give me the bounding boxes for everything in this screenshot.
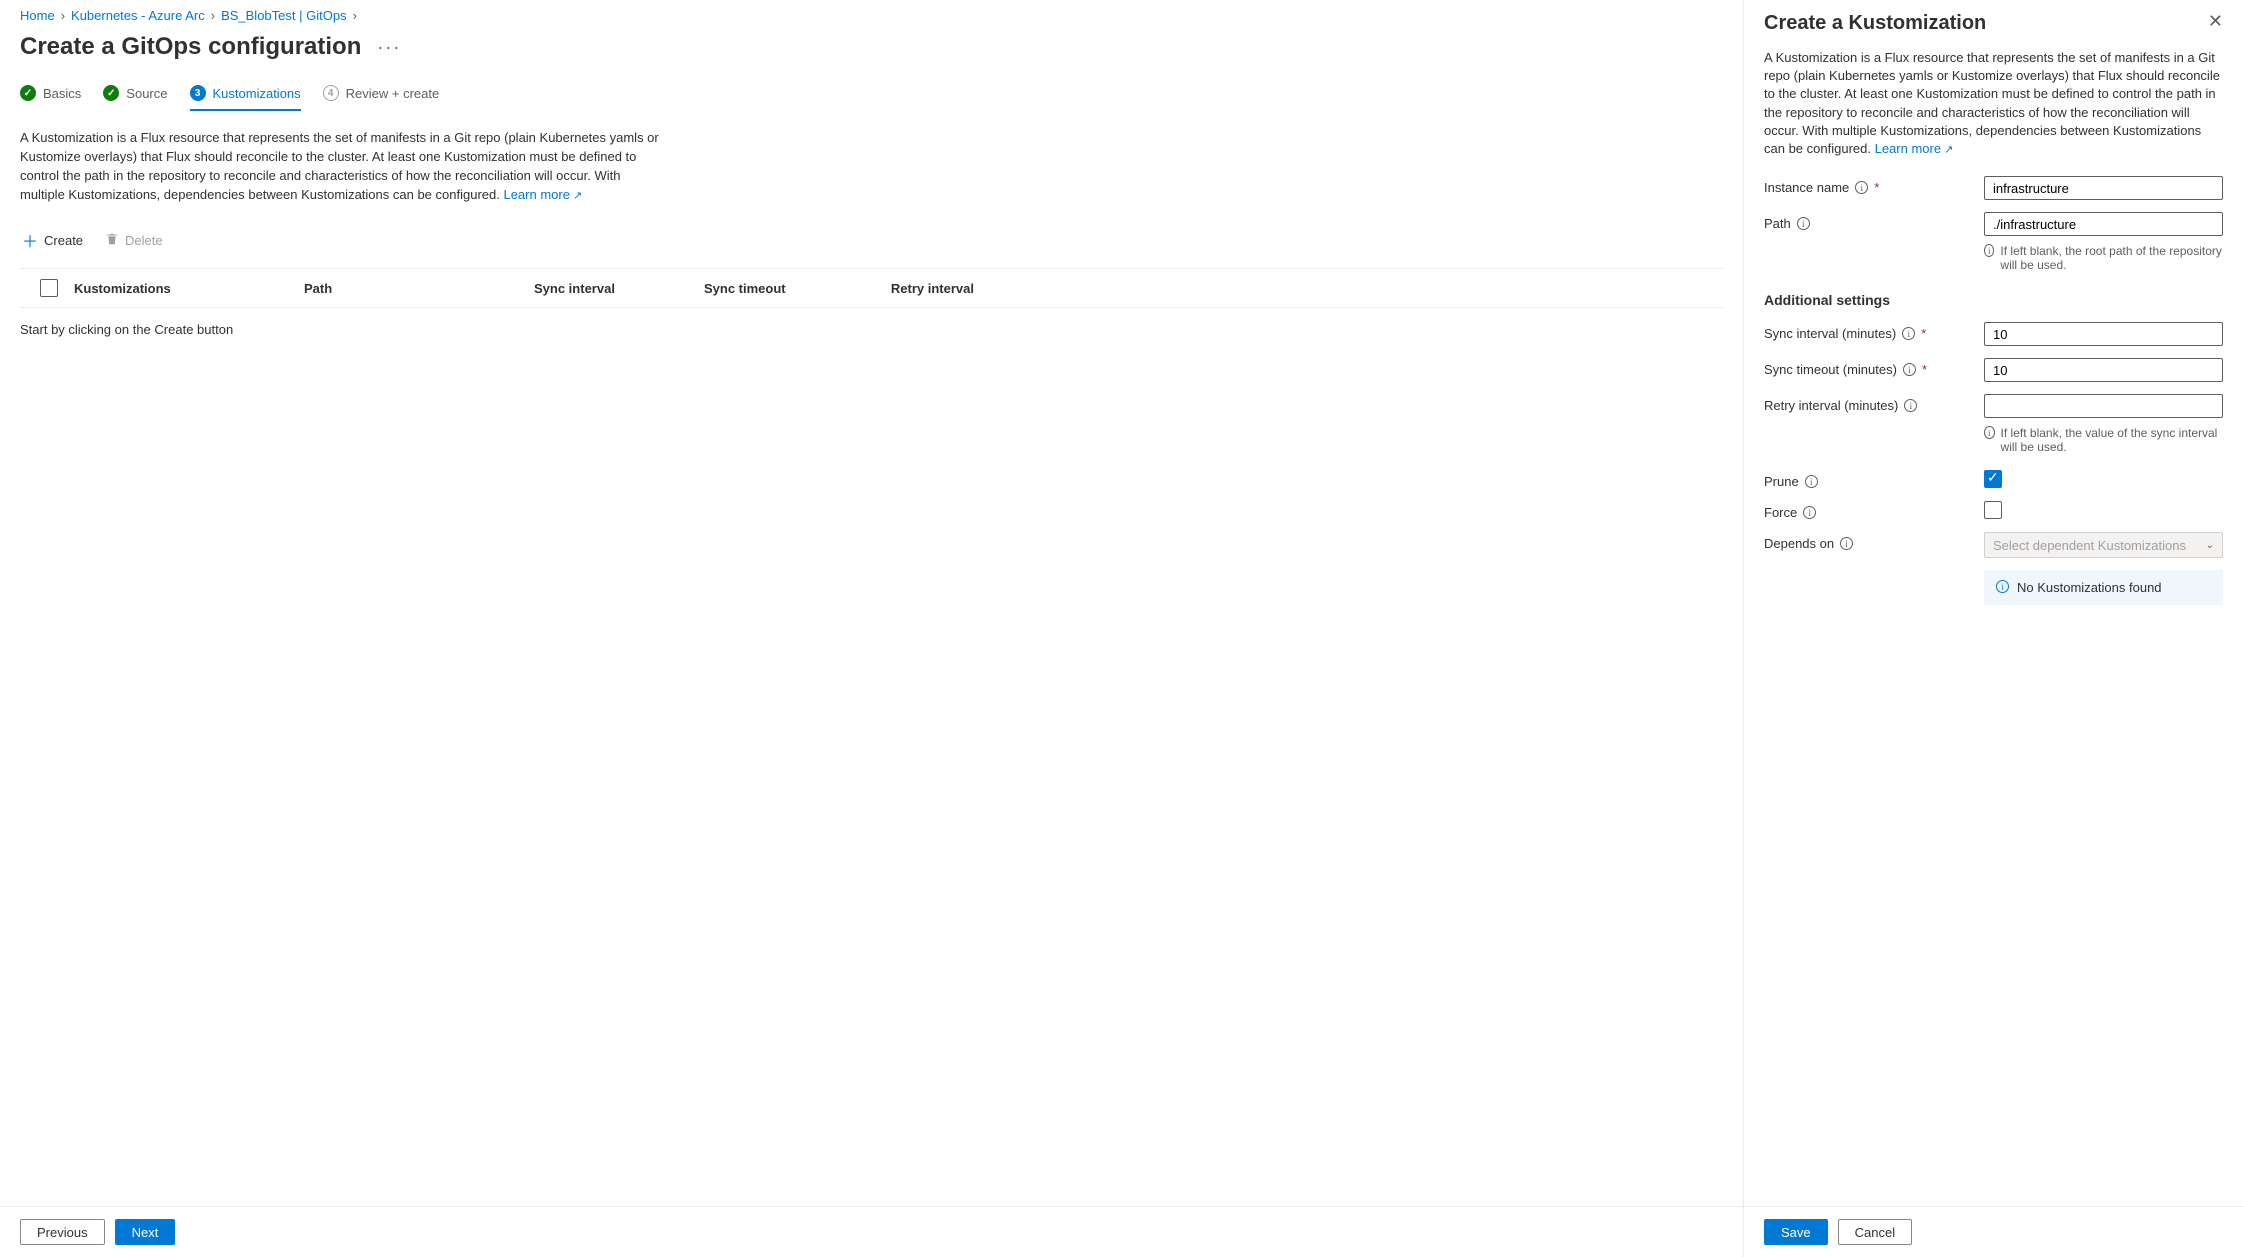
col-kustomizations: Kustomizations [74, 281, 304, 296]
create-button[interactable]: ＋ Create [20, 224, 85, 256]
info-icon[interactable]: i [1902, 327, 1915, 340]
retry-help-text: If left blank, the value of the sync int… [2001, 426, 2223, 454]
info-icon[interactable]: i [1840, 537, 1853, 550]
depends-on-placeholder: Select dependent Kustomizations [1993, 538, 2186, 553]
force-label: Force [1764, 505, 1797, 520]
chevron-right-icon: › [353, 8, 357, 23]
step-number-icon: 4 [323, 85, 339, 101]
check-icon [103, 85, 119, 101]
delete-button: Delete [103, 224, 165, 256]
toolbar: ＋ Create Delete [20, 224, 1723, 256]
panel-footer: Save Cancel [1744, 1206, 2243, 1257]
path-input[interactable] [1984, 212, 2223, 236]
sync-interval-input[interactable] [1984, 322, 2223, 346]
close-icon[interactable]: ✕ [2208, 12, 2223, 30]
panel-learn-more-link[interactable]: Learn more [1875, 141, 1954, 156]
sync-interval-label: Sync interval (minutes) [1764, 326, 1896, 341]
main-area: Home › Kubernetes - Azure Arc › BS_BlobT… [0, 0, 1743, 1257]
empty-state: Start by clicking on the Create button [20, 308, 1723, 337]
info-icon[interactable]: i [1805, 475, 1818, 488]
path-help-text: If left blank, the root path of the repo… [2000, 244, 2223, 272]
chevron-right-icon: › [61, 8, 65, 23]
required-indicator: * [1921, 326, 1926, 341]
breadcrumb-gitops[interactable]: BS_BlobTest | GitOps [221, 8, 347, 23]
next-button[interactable]: Next [115, 1219, 176, 1245]
wizard-tabs: Basics Source 3 Kustomizations 4 Review … [20, 85, 1723, 111]
info-icon[interactable]: i [1797, 217, 1810, 230]
cancel-button[interactable]: Cancel [1838, 1219, 1912, 1245]
info-icon[interactable]: i [1803, 506, 1816, 519]
info-icon: i [1984, 244, 1994, 257]
create-kustomization-panel: Create a Kustomization ✕ A Kustomization… [1743, 0, 2243, 1257]
required-indicator: * [1922, 362, 1927, 377]
tab-basics[interactable]: Basics [20, 85, 81, 111]
tab-kustomizations-label: Kustomizations [213, 86, 301, 101]
depends-on-label: Depends on [1764, 536, 1834, 551]
info-icon[interactable]: i [1903, 363, 1916, 376]
path-label: Path [1764, 216, 1791, 231]
info-icon[interactable]: i [1855, 181, 1868, 194]
col-retry-interval: Retry interval [854, 281, 974, 296]
tab-review[interactable]: 4 Review + create [323, 85, 440, 111]
tab-basics-label: Basics [43, 86, 81, 101]
depends-on-dropdown[interactable]: Select dependent Kustomizations ⌄ [1984, 532, 2223, 558]
tab-review-label: Review + create [346, 86, 440, 101]
select-all-checkbox[interactable] [40, 279, 58, 297]
learn-more-link[interactable]: Learn more [503, 187, 582, 202]
retry-interval-input[interactable] [1984, 394, 2223, 418]
more-icon[interactable]: ··· [377, 37, 401, 58]
page-title: Create a GitOps configuration [20, 33, 361, 61]
step-number-icon: 3 [190, 85, 206, 101]
main-description: A Kustomization is a Flux resource that … [20, 129, 660, 204]
tab-source[interactable]: Source [103, 85, 167, 111]
previous-button[interactable]: Previous [20, 1219, 105, 1245]
prune-label: Prune [1764, 474, 1799, 489]
chevron-down-icon: ⌄ [2206, 540, 2214, 551]
breadcrumb: Home › Kubernetes - Azure Arc › BS_BlobT… [20, 8, 1723, 23]
instance-name-input[interactable] [1984, 176, 2223, 200]
info-icon[interactable]: i [1904, 399, 1917, 412]
panel-title: Create a Kustomization [1764, 12, 1986, 35]
col-path: Path [304, 281, 534, 296]
table-header: Kustomizations Path Sync interval Sync t… [20, 268, 1723, 308]
prune-checkbox[interactable] [1984, 470, 2002, 488]
trash-icon [105, 232, 119, 249]
breadcrumb-kubernetes[interactable]: Kubernetes - Azure Arc [71, 8, 205, 23]
wizard-footer: Previous Next [0, 1206, 1743, 1257]
instance-name-label: Instance name [1764, 180, 1849, 195]
save-button[interactable]: Save [1764, 1219, 1828, 1245]
tab-source-label: Source [126, 86, 167, 101]
additional-settings-heading: Additional settings [1764, 292, 2223, 308]
sync-timeout-input[interactable] [1984, 358, 2223, 382]
col-sync-interval: Sync interval [534, 281, 704, 296]
no-kustomizations-banner: i No Kustomizations found [1984, 570, 2223, 605]
tab-kustomizations[interactable]: 3 Kustomizations [190, 85, 301, 111]
required-indicator: * [1874, 180, 1879, 195]
force-checkbox[interactable] [1984, 501, 2002, 519]
sync-timeout-label: Sync timeout (minutes) [1764, 362, 1897, 377]
plus-icon: ＋ [22, 228, 38, 252]
check-icon [20, 85, 36, 101]
info-icon: i [1984, 426, 1995, 439]
breadcrumb-home[interactable]: Home [20, 8, 55, 23]
col-sync-timeout: Sync timeout [704, 281, 854, 296]
chevron-right-icon: › [211, 8, 215, 23]
panel-description: A Kustomization is a Flux resource that … [1764, 49, 2223, 158]
info-icon: i [1996, 580, 2009, 593]
retry-interval-label: Retry interval (minutes) [1764, 398, 1898, 413]
